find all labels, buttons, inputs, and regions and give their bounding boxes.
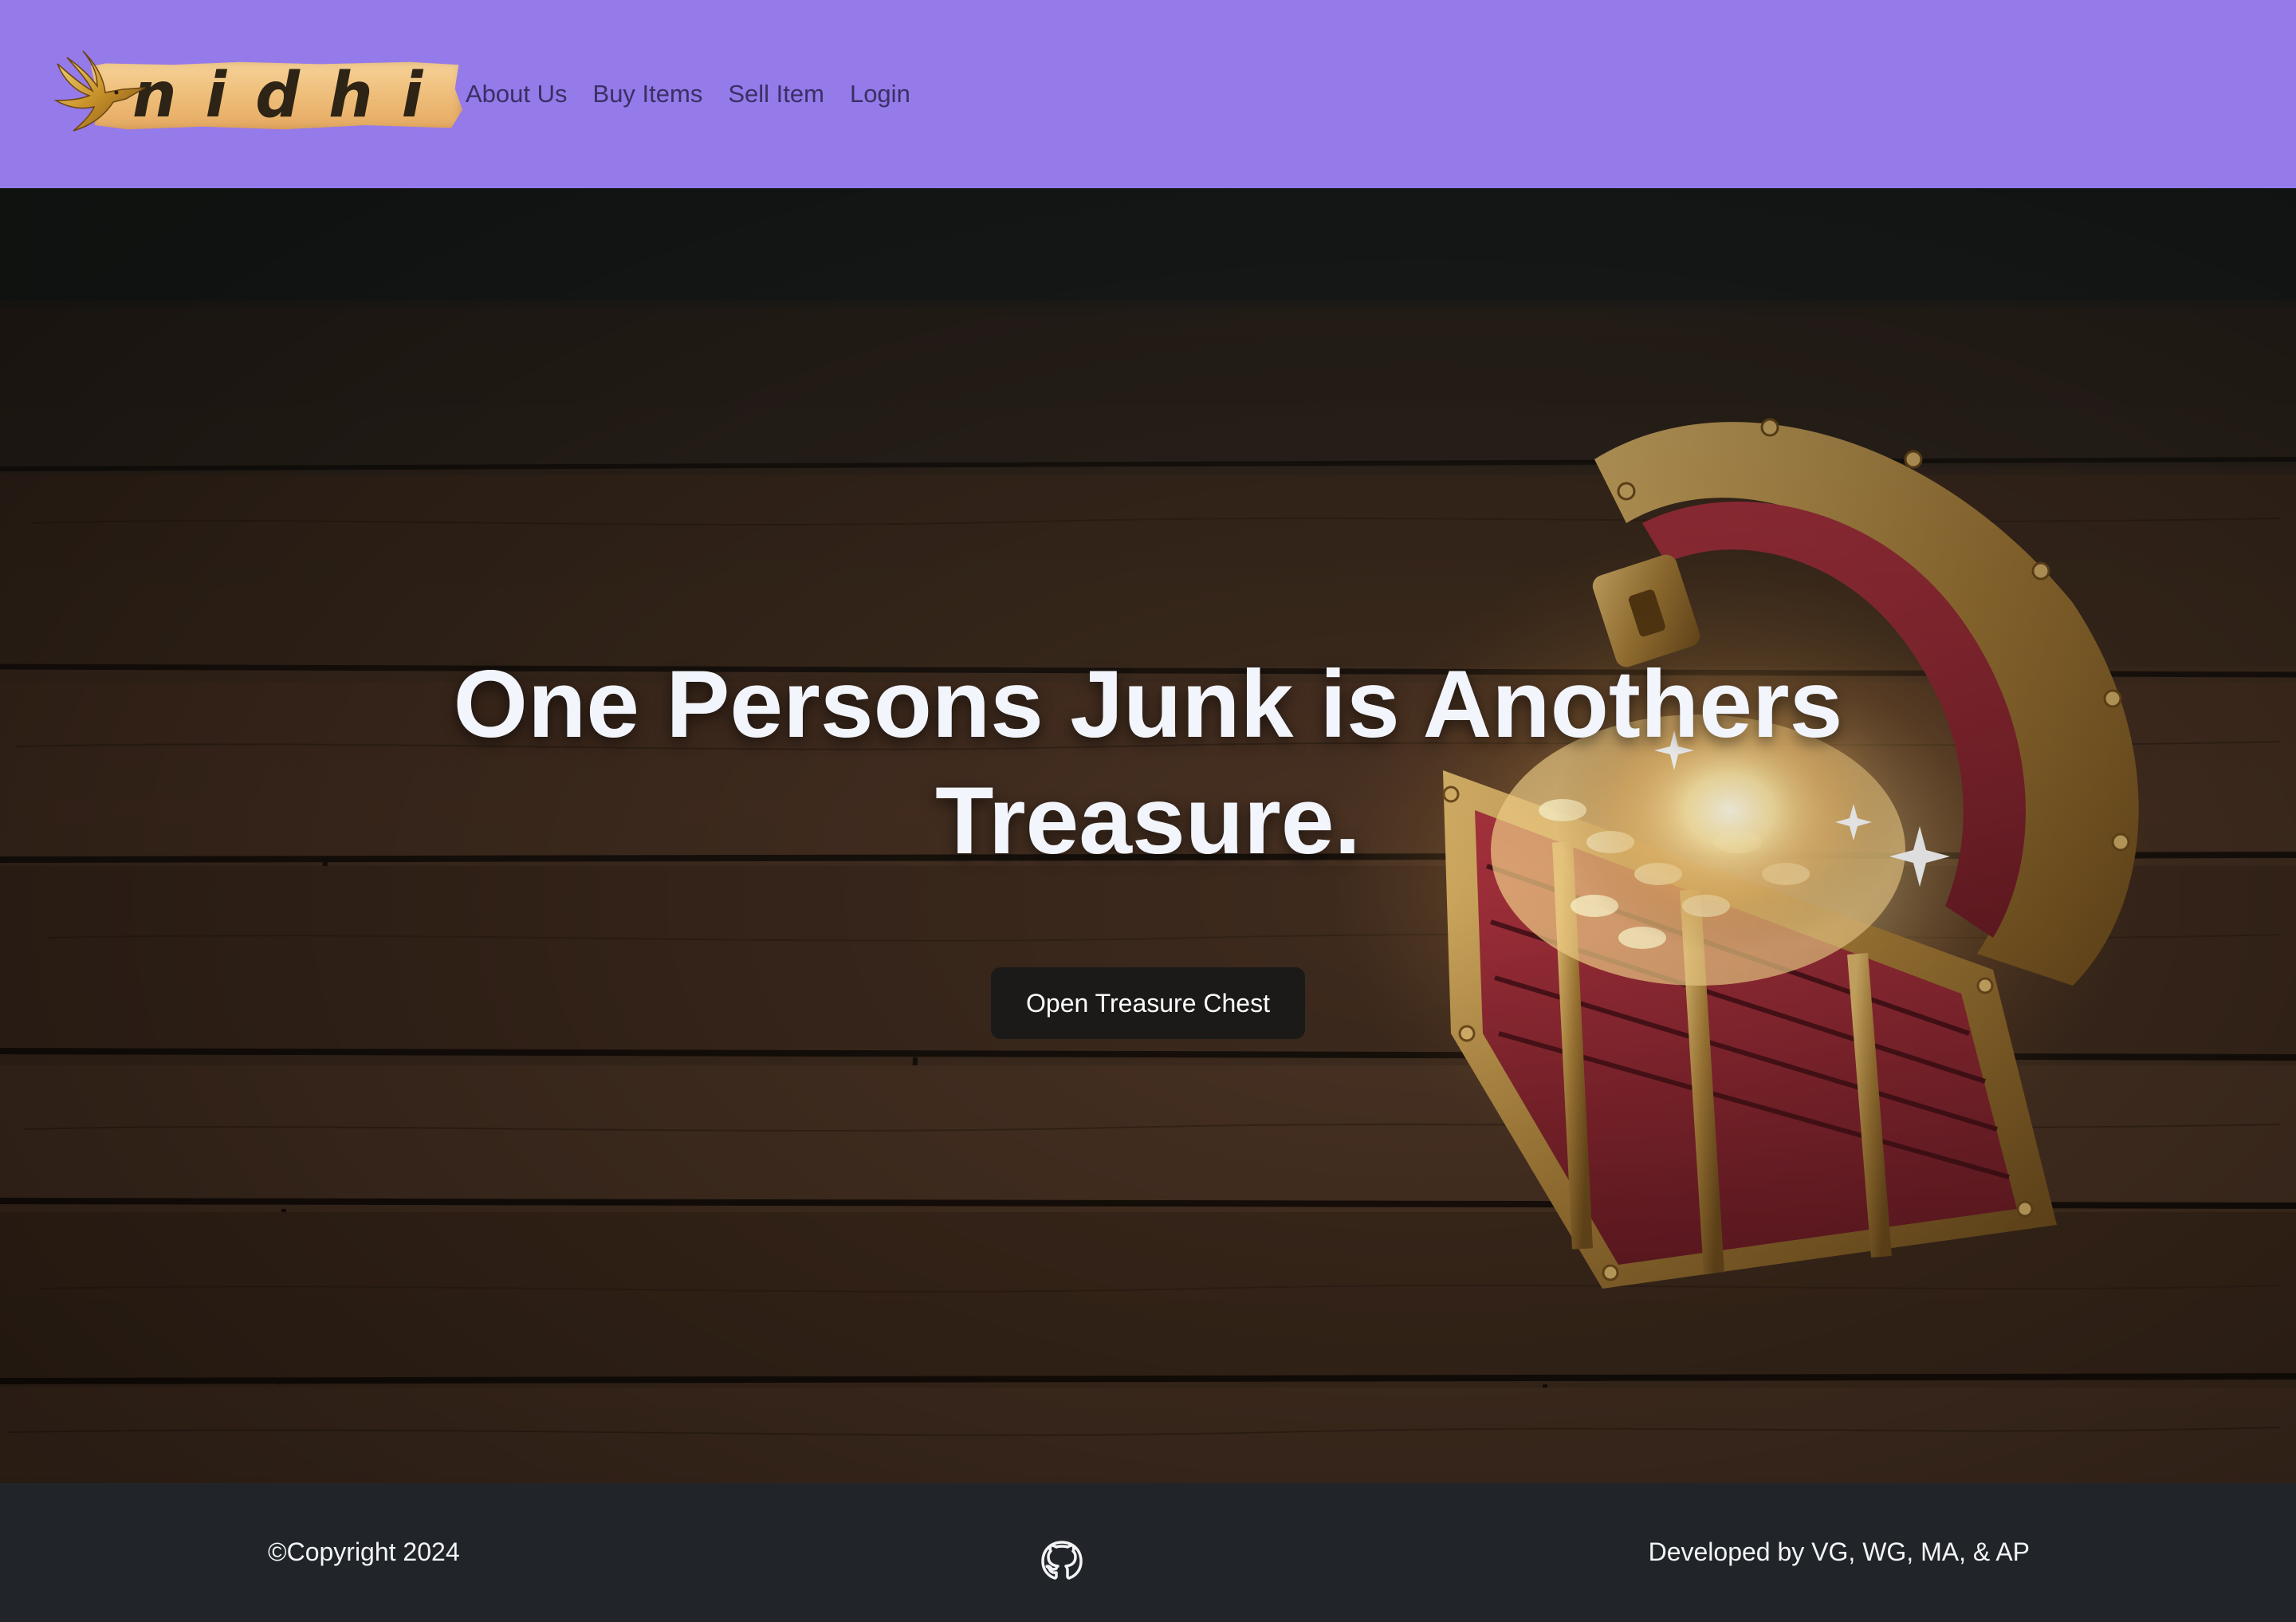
developed-by-text: Developed by VG, WG, MA, & AP — [1648, 1537, 2030, 1566]
hero-section: One Persons Junk is Anothers Treasure. O… — [0, 188, 2296, 1483]
nav-login[interactable]: Login — [850, 77, 910, 112]
copyright-text: ©Copyright 2024 — [268, 1537, 460, 1566]
brand-logo[interactable]: nidhi — [46, 43, 462, 139]
navbar: nidhi About Us Buy Items Sell Item Login — [0, 0, 2296, 188]
nav-buy-items[interactable]: Buy Items — [593, 77, 703, 112]
hero-headline: One Persons Junk is Anothers Treasure. — [453, 651, 1843, 874]
nav-about-us[interactable]: About Us — [466, 77, 568, 112]
nav-links: About Us Buy Items Sell Item Login — [466, 77, 910, 112]
footer: ©Copyright 2024 Developed by VG, WG, MA,… — [0, 1483, 2296, 1622]
open-treasure-chest-button[interactable]: Open Treasure Chest — [991, 967, 1305, 1039]
github-icon[interactable] — [1036, 1537, 1087, 1589]
golden-bird-icon — [53, 50, 146, 132]
nav-sell-item[interactable]: Sell Item — [728, 77, 824, 112]
brand-name: nidhi — [132, 60, 452, 132]
